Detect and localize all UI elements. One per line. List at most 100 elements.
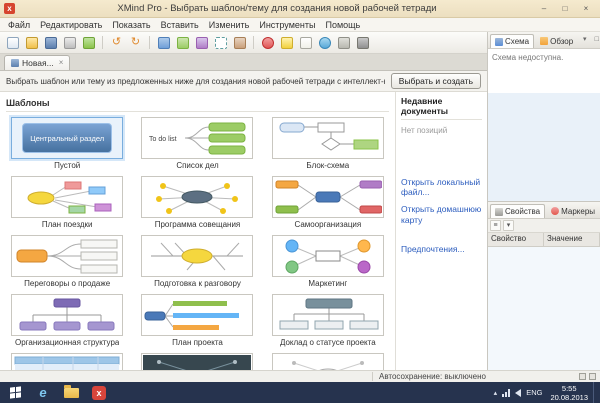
- templates-section: Шаблоны Центральный раздел Пустой: [0, 92, 395, 370]
- template-card-row5-spreadsheet[interactable]: [6, 353, 128, 370]
- tab-overview-label: Обзор: [550, 37, 573, 46]
- template-thumbnail: Start Meeting: [141, 353, 253, 370]
- show-desktop-button[interactable]: [593, 382, 598, 403]
- marker-icon[interactable]: [259, 34, 276, 51]
- filter-icon[interactable]: ▾: [503, 220, 514, 231]
- menu-tools[interactable]: Инструменты: [254, 20, 320, 30]
- template-thumbnail: [272, 294, 384, 336]
- menu-edit[interactable]: Редактировать: [35, 20, 107, 30]
- maximize-button[interactable]: □: [555, 2, 575, 16]
- toolbar-separator: [149, 36, 150, 49]
- summary-icon[interactable]: [231, 34, 248, 51]
- markers-icon: [551, 207, 559, 215]
- template-thumbnail: [141, 294, 253, 336]
- choose-and-create-button[interactable]: Выбрать и создать: [391, 73, 481, 89]
- window-title: XMind Pro - Выбрать шаблон/тему для созд…: [20, 3, 534, 14]
- template-card-row5-start-meeting[interactable]: Start Meeting: [136, 353, 258, 370]
- template-card-org-chart[interactable]: Организационная структура: [6, 294, 128, 347]
- save-icon[interactable]: [42, 34, 59, 51]
- label-icon[interactable]: [278, 34, 295, 51]
- open-icon[interactable]: [23, 34, 40, 51]
- template-card-row5-map[interactable]: [267, 353, 389, 370]
- menu-view[interactable]: Показать: [107, 20, 155, 30]
- template-thumbnail: [11, 353, 123, 370]
- tab-markers[interactable]: Маркеры: [546, 204, 600, 218]
- network-icon[interactable]: [502, 389, 510, 397]
- templates-section-title: Шаблоны: [6, 96, 389, 112]
- workbook-icon: [11, 59, 19, 67]
- hyperlink-icon[interactable]: [316, 34, 333, 51]
- properties-icon: [495, 208, 503, 216]
- minimize-button[interactable]: –: [534, 2, 554, 16]
- print-icon[interactable]: [61, 34, 78, 51]
- taskbar-file-explorer[interactable]: [58, 383, 84, 402]
- boundary-icon[interactable]: [212, 34, 229, 51]
- property-column-header: Свойство: [488, 233, 544, 246]
- taskbar-internet-explorer[interactable]: e: [30, 383, 56, 402]
- status-toggle-icon[interactable]: [589, 373, 596, 380]
- relationship-icon[interactable]: [193, 34, 210, 51]
- close-button[interactable]: ×: [576, 2, 596, 16]
- taskbar-clock[interactable]: 5:55 20.08.2013: [547, 384, 591, 402]
- central-topic-label: Центральный раздел: [30, 134, 104, 143]
- central-topic-box: Центральный раздел: [22, 123, 112, 153]
- tab-properties[interactable]: Свойства: [490, 204, 545, 218]
- tab-new-workbook[interactable]: Новая... ×: [4, 55, 70, 70]
- tab-outline[interactable]: Схема: [490, 34, 534, 48]
- tab-close-icon[interactable]: ×: [57, 59, 64, 67]
- preferences-link[interactable]: Предпочтения...: [401, 244, 482, 254]
- template-card-marketing[interactable]: Маркетинг: [267, 235, 389, 288]
- audio-notes-icon[interactable]: [354, 34, 371, 51]
- template-card-travel-plan[interactable]: План поездки: [6, 176, 128, 229]
- redo-icon[interactable]: ↻: [127, 34, 144, 51]
- pane-minimize-icon[interactable]: □: [591, 35, 600, 46]
- menu-file[interactable]: Файл: [3, 20, 35, 30]
- toolbar-separator: [102, 36, 103, 49]
- recent-documents-empty: Нет позиций: [401, 126, 482, 135]
- template-card-project-plan[interactable]: План проекта: [136, 294, 258, 347]
- template-card-flowchart[interactable]: Блок-схема: [267, 117, 389, 170]
- ie-icon: e: [39, 386, 46, 399]
- tab-properties-label: Свойства: [505, 207, 540, 216]
- menu-modify[interactable]: Изменить: [204, 20, 255, 30]
- template-card-self-organization[interactable]: Самоорганизация: [267, 176, 389, 229]
- clock-time: 5:55: [550, 384, 588, 393]
- template-card-conversation-prep[interactable]: Подготовка к разговору: [136, 235, 258, 288]
- right-sidebar: Схема Обзор ▾ □ Схема недоступна.: [488, 32, 600, 370]
- template-caption: Доклад о статусе проекта: [280, 338, 376, 347]
- template-card-project-status[interactable]: Доклад о статусе проекта: [267, 294, 389, 347]
- notes-icon[interactable]: [297, 34, 314, 51]
- template-card-meeting-agenda[interactable]: Программа совещания: [136, 176, 258, 229]
- language-indicator[interactable]: ENG: [526, 388, 542, 397]
- tab-overview[interactable]: Обзор: [535, 34, 578, 48]
- titlebar: x XMind Pro - Выбрать шаблон/тему для со…: [0, 0, 600, 18]
- undo-icon[interactable]: ↺: [108, 34, 125, 51]
- start-button[interactable]: [2, 383, 28, 402]
- template-card-blank[interactable]: Центральный раздел Пустой: [6, 117, 128, 170]
- open-home-map-link[interactable]: Открыть домашнюю карту: [401, 204, 482, 224]
- template-caption: Самоорганизация: [294, 220, 361, 229]
- main-toolbar: ↺ ↻: [0, 32, 487, 54]
- insert-subtopic-icon[interactable]: [174, 34, 191, 51]
- volume-icon[interactable]: [515, 389, 521, 397]
- template-card-sales-negotiation[interactable]: Переговоры о продаже: [6, 235, 128, 288]
- attachment-icon[interactable]: [335, 34, 352, 51]
- template-caption: Организационная структура: [15, 338, 119, 347]
- system-tray: ▴ ENG 5:55 20.08.2013: [494, 384, 591, 402]
- template-thumbnail: [272, 353, 384, 370]
- share-icon[interactable]: [80, 34, 97, 51]
- template-card-todo-list[interactable]: To do list Список дел: [136, 117, 258, 170]
- new-workbook-icon[interactable]: [4, 34, 21, 51]
- open-local-file-link[interactable]: Открыть локальный файл...: [401, 177, 482, 197]
- overview-icon: [540, 37, 548, 45]
- taskbar-xmind[interactable]: x: [86, 383, 112, 402]
- menu-help[interactable]: Помощь: [320, 20, 365, 30]
- menu-insert[interactable]: Вставить: [156, 20, 204, 30]
- template-caption: План проекта: [172, 338, 223, 347]
- pane-menu-icon[interactable]: ▾: [579, 35, 590, 46]
- tray-expand-icon[interactable]: ▴: [494, 389, 498, 397]
- sort-icon[interactable]: ≡: [490, 220, 501, 231]
- template-thumbnail: To do list: [141, 117, 253, 159]
- status-toggle-icon[interactable]: [579, 373, 586, 380]
- insert-topic-icon[interactable]: [155, 34, 172, 51]
